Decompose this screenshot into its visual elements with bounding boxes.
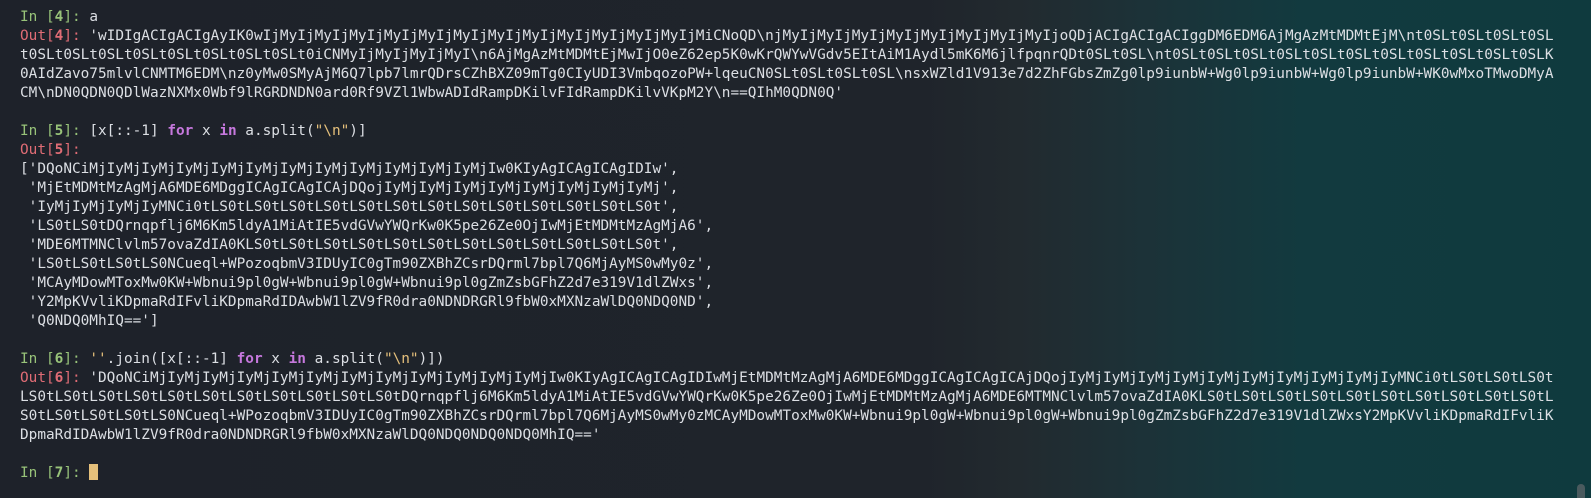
terminal-content: In [4]: a Out[4]: 'wIDIgACIgACIgAyIK0wIj…	[20, 8, 1560, 483]
code-segment: a.split(	[305, 351, 384, 367]
output-block: Out[6]: 'DQoNCiMjIyMjIyMjIyMjIyMjIyMjIyM…	[20, 369, 1560, 445]
list-item: 'MjEtMDMtMzAgMjA6MDE6MDggICAgICAgICAjDQo…	[20, 180, 679, 196]
prompt-open: In [	[20, 351, 55, 367]
string-literal: "\n"	[383, 351, 419, 367]
input-line: In [4]: a	[20, 8, 1560, 27]
code-segment: x	[262, 351, 289, 367]
cell-7[interactable]: In [7]:	[20, 464, 1560, 483]
list-item: 'MDE6MTMNClvlm57ovaZdIA0KLS0tLS0tLS0tLS0…	[20, 237, 679, 253]
code-segment: a.split(	[236, 123, 315, 139]
output-block: Out[4]: 'wIDIgACIgACIgAyIK0wIjMyIjMyIjMy…	[20, 27, 1560, 103]
output-text: 'wIDIgACIgACIgAyIK0wIjMyIjMyIjMyIjMyIjMy…	[20, 28, 1554, 101]
scrollbar-thumb[interactable]	[1577, 484, 1585, 498]
prompt-open: In [	[20, 123, 55, 139]
prompt-open: Out[	[20, 28, 55, 44]
list-item: 'LS0tLS0tLS0tLS0NCueql+WPozoqbmV3IDUyIC0…	[20, 256, 714, 272]
prompt-close: ]:	[63, 28, 90, 44]
code-segment: )])	[418, 351, 445, 367]
cell-4: In [4]: a Out[4]: 'wIDIgACIgACIgAyIK0wIj…	[20, 8, 1560, 103]
keyword-in: in	[288, 351, 306, 367]
list-item: ['DQoNCiMjIyMjIyMjIyMjIyMjIyMjIyMjIyMjIy…	[20, 161, 679, 177]
input-prompt: In [7]:	[20, 465, 89, 481]
output-prompt: Out[6]:	[20, 370, 89, 386]
code-segment: x	[193, 123, 220, 139]
ipython-terminal: In [4]: a Out[4]: 'wIDIgACIgACIgAyIK0wIj…	[0, 0, 1591, 498]
output-prompt-line: Out[5]:	[20, 141, 1560, 160]
prompt-close: ]:	[63, 370, 90, 386]
prompt-close: ]:	[63, 465, 90, 481]
prompt-close: ]:	[63, 9, 90, 25]
output-list: ['DQoNCiMjIyMjIyMjIyMjIyMjIyMjIyMjIyMjIy…	[20, 160, 1560, 331]
output-prompt: Out[5]:	[20, 142, 81, 158]
keyword-for: for	[167, 123, 194, 139]
input-line: In [6]: ''.join([x[::-1] for x in a.spli…	[20, 350, 1560, 369]
list-item: 'MCAyMDowMToxMw0KW+Wbnui9pl0gW+Wbnui9pl0…	[20, 275, 714, 291]
prompt-close: ]:	[63, 123, 90, 139]
list-item: 'Y2MpKVvliKDpmaRdIFvliKDpmaRdIDAwbW1lZV9…	[20, 294, 714, 310]
output-text: 'DQoNCiMjIyMjIyMjIyMjIyMjIyMjIyMjIyMjIyM…	[20, 370, 1554, 443]
prompt-open: Out[	[20, 370, 55, 386]
string-literal: "\n"	[314, 123, 350, 139]
list-item: 'Q0NDQ0MhIQ==']	[20, 313, 159, 329]
input-line[interactable]: In [7]:	[20, 464, 1560, 483]
list-item: 'LS0tLS0tDQrnqpflj6M6Km5ldyA1MiAtIE5vdGV…	[20, 218, 714, 234]
keyword-for: for	[236, 351, 263, 367]
input-prompt: In [6]:	[20, 351, 89, 367]
input-prompt: In [5]:	[20, 123, 89, 139]
prompt-open: In [	[20, 465, 55, 481]
input-line: In [5]: [x[::-1] for x in a.split("\n")]	[20, 122, 1560, 141]
input-prompt: In [4]:	[20, 9, 89, 25]
cell-6: In [6]: ''.join([x[::-1] for x in a.spli…	[20, 350, 1560, 445]
list-item: 'IyMjIyMjIyMjIyMNCi0tLS0tLS0tLS0tLS0tLS0…	[20, 199, 679, 215]
code-segment: .join([x[::-1]	[106, 351, 237, 367]
prompt-close: ]:	[63, 351, 90, 367]
cell-5: In [5]: [x[::-1] for x in a.split("\n")]…	[20, 122, 1560, 331]
keyword-in: in	[219, 123, 237, 139]
vertical-scrollbar[interactable]	[1573, 0, 1587, 498]
code-segment: )]	[349, 123, 367, 139]
code-segment: [x[::-1]	[89, 123, 168, 139]
prompt-close: ]:	[63, 142, 81, 158]
code-text: a	[89, 9, 98, 25]
string-literal: ''	[89, 351, 107, 367]
output-prompt: Out[4]:	[20, 28, 89, 44]
prompt-open: Out[	[20, 142, 55, 158]
text-cursor[interactable]	[89, 464, 99, 480]
prompt-open: In [	[20, 9, 55, 25]
